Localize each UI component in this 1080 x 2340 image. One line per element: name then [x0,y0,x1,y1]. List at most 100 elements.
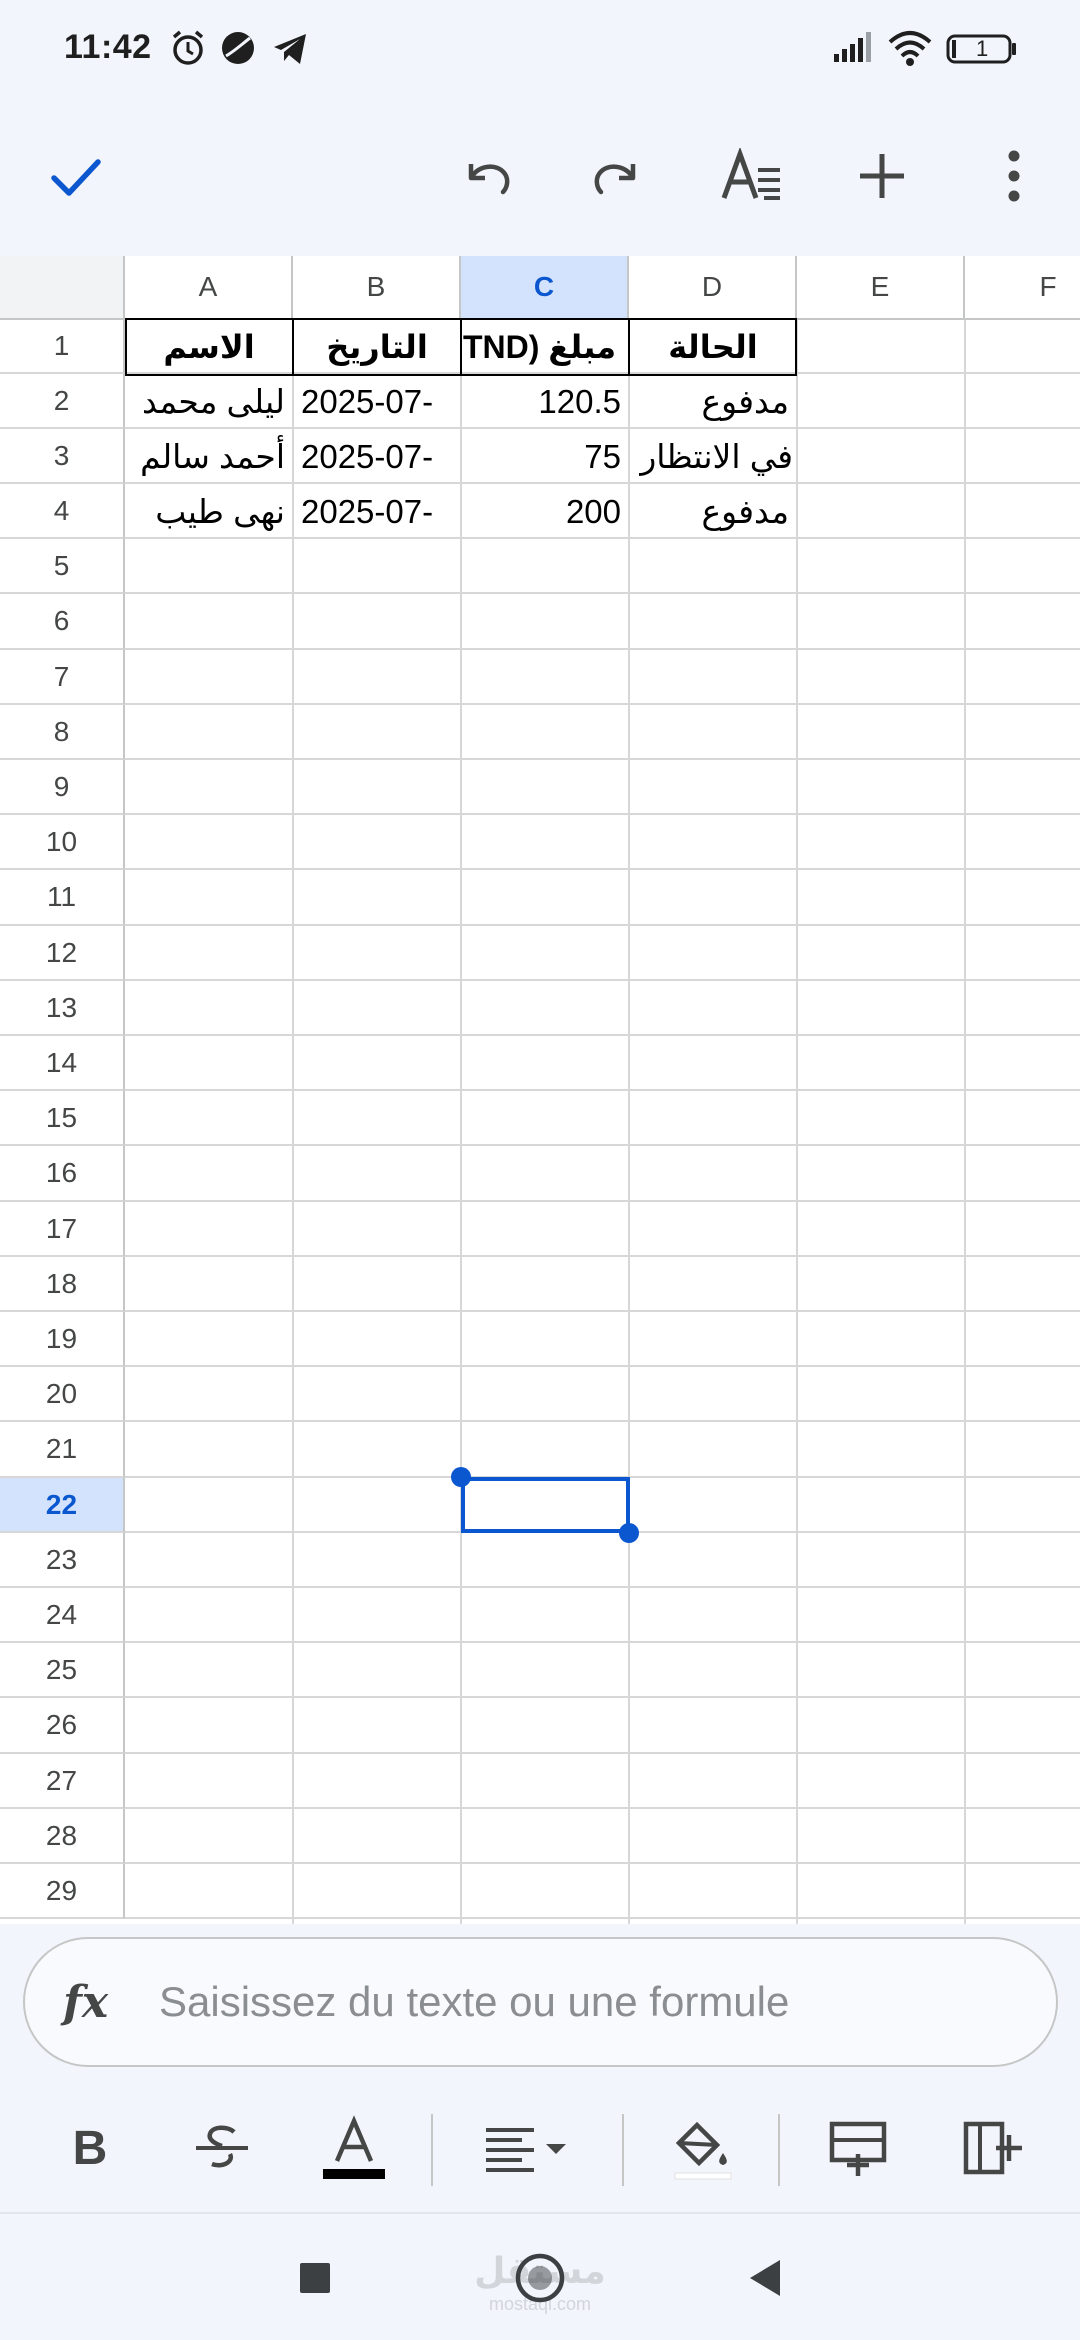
selection-handle-bottom-right[interactable] [619,1523,639,1543]
column-header-f[interactable]: F [965,256,1080,320]
cell-b1[interactable]: التاريخ [293,320,461,374]
insert-column-button[interactable] [950,2106,1034,2190]
row-header-15[interactable]: 15 [0,1091,125,1146]
row-header-25[interactable]: 25 [0,1643,125,1698]
row-header-14[interactable]: 14 [0,1036,125,1091]
row-header-16[interactable]: 16 [0,1146,125,1202]
row-header-2[interactable]: 2 [0,374,125,429]
row-header-29[interactable]: 29 [0,1864,125,1919]
cell-b3[interactable]: 2025-07- [293,429,461,484]
grid-hline [125,1034,1080,1036]
row-header-19[interactable]: 19 [0,1312,125,1367]
grid-hline [125,758,1080,760]
strikethrough-button[interactable] [180,2106,264,2190]
insert-button[interactable] [836,130,928,222]
row-header-21[interactable]: 21 [0,1422,125,1478]
row-header-24[interactable]: 24 [0,1588,125,1643]
wifi-icon [888,28,932,68]
cell-b4[interactable]: 2025-07- [293,484,461,539]
cell-c4[interactable]: 200 [461,484,629,539]
row-header-4[interactable]: 4 [0,484,125,539]
cell-d2[interactable]: مدفوع [629,374,797,429]
cell-a3[interactable]: أحمد سالم [125,429,293,484]
cell-d4[interactable]: مدفوع [629,484,797,539]
fill-color-icon [674,2121,732,2180]
text-color-button[interactable] [312,2106,396,2190]
row-header-20[interactable]: 20 [0,1367,125,1422]
grid-hline [125,1917,1080,1919]
format-separator-3 [778,2114,780,2186]
cell-a1[interactable]: الاسم [125,320,293,374]
cell-c1[interactable]: TND) مبلغ [461,320,629,374]
more-vert-icon [1008,150,1020,202]
row-header-3[interactable]: 3 [0,429,125,484]
row-header-8[interactable]: 8 [0,705,125,760]
cell-d3[interactable]: في الانتظار [629,429,797,484]
insert-row-icon [829,2121,887,2176]
bold-icon: B [72,2121,108,2175]
signal-icon [832,28,872,68]
column-header-b[interactable]: B [293,256,461,320]
grid-hline [125,1696,1080,1698]
text-format-button[interactable] [706,130,798,222]
cell-c2[interactable]: 120.5 [461,374,629,429]
fill-color-button[interactable] [660,2106,744,2190]
formula-bar[interactable]: fx [23,1937,1058,2067]
battery-icon: 1 [946,28,1018,68]
cell-d1[interactable]: الحالة [629,320,797,374]
recents-button[interactable] [287,2250,343,2306]
row-header-9[interactable]: 9 [0,760,125,815]
fx-icon: fx [63,1976,109,2028]
align-icon [486,2128,566,2172]
row-header-28[interactable]: 28 [0,1809,125,1864]
row-header-27[interactable]: 27 [0,1754,125,1809]
row-header-10[interactable]: 10 [0,815,125,870]
done-button[interactable] [30,130,122,222]
more-button[interactable] [968,130,1060,222]
row-header-7[interactable]: 7 [0,650,125,705]
row-header-17[interactable]: 17 [0,1202,125,1257]
row-header-11[interactable]: 11 [0,870,125,926]
cell-a4[interactable]: نهى طيب [125,484,293,539]
cell-c3[interactable]: 75 [461,429,629,484]
row-header-22[interactable]: 22 [0,1478,125,1533]
alarm-icon [168,28,208,68]
row-header-26[interactable]: 26 [0,1698,125,1754]
grid-hline [125,1365,1080,1367]
check-icon [51,159,101,196]
row-header-5[interactable]: 5 [0,539,125,594]
column-header-e[interactable]: E [797,256,965,320]
row-header-12[interactable]: 12 [0,926,125,981]
column-header-c[interactable]: C [461,256,629,320]
selection-handle-top-left[interactable] [451,1467,471,1487]
selected-cell-c22[interactable] [461,1477,630,1533]
system-nav-bar: مستقل mostaql.com [0,2212,1080,2340]
row-header-18[interactable]: 18 [0,1257,125,1312]
format-separator-2 [622,2114,624,2186]
align-button[interactable] [480,2106,580,2190]
spreadsheet-grid[interactable]: A B C D E F 1 2 3 4 5 6 7 8 9 10 11 12 13 14 15 16 17 18 1… [0,256,1080,1924]
row-header-6[interactable]: 6 [0,594,125,650]
cell-b2[interactable]: 2025-07- [293,374,461,429]
header-border-b [292,318,294,376]
row-header-1[interactable]: 1 [0,320,125,374]
insert-row-button[interactable] [816,2106,900,2190]
column-header-d[interactable]: D [629,256,797,320]
redo-button[interactable] [571,130,663,222]
grid-hline [125,1310,1080,1312]
column-header-a[interactable]: A [125,256,293,320]
home-button[interactable] [512,2250,568,2306]
header-border-c [460,318,462,376]
undo-button[interactable] [441,130,533,222]
strikethrough-icon [196,2125,248,2168]
select-all-corner[interactable] [0,256,125,320]
bold-button[interactable]: B [48,2106,132,2190]
back-button[interactable] [736,2250,792,2306]
row-header-13[interactable]: 13 [0,981,125,1036]
formula-input[interactable] [159,1978,959,2026]
grid-hline [125,868,1080,870]
grid-hline [125,1144,1080,1146]
row-header-23[interactable]: 23 [0,1533,125,1588]
cell-a2[interactable]: ليلى محمد [125,374,293,429]
format-bar: B [0,2084,1080,2212]
